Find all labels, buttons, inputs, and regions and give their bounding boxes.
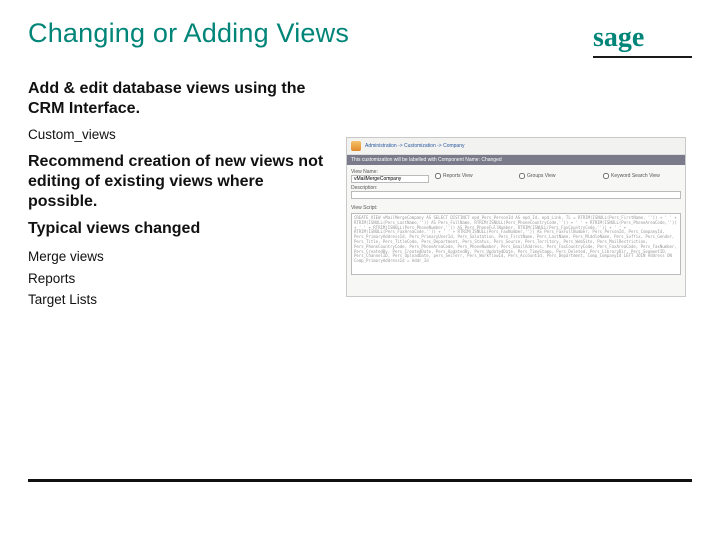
footer-rule: [28, 479, 692, 482]
reports-view-label: Reports View: [443, 173, 473, 179]
list-item: Merge views: [28, 246, 328, 268]
keyword-search-checkbox[interactable]: [603, 173, 609, 179]
description-input[interactable]: [351, 191, 681, 199]
custom-views-label: Custom_views: [28, 127, 328, 142]
reports-view-checkbox[interactable]: [435, 173, 441, 179]
groups-view-checkbox[interactable]: [519, 173, 525, 179]
view-script-textarea[interactable]: [351, 213, 681, 275]
groups-view-label: Groups View: [527, 173, 556, 179]
info-bar: This customization will be labelled with…: [347, 155, 685, 165]
list-item: Reports: [28, 268, 328, 290]
svg-text:sage: sage: [593, 22, 644, 53]
breadcrumb: Administration -> Customization -> Compa…: [347, 138, 685, 155]
sage-logo: sage: [593, 22, 692, 58]
breadcrumb-text: Administration -> Customization -> Compa…: [365, 143, 465, 149]
admin-icon: [351, 141, 361, 151]
typical-heading: Typical views changed: [28, 220, 328, 238]
recommendation: Recommend creation of new views not edit…: [28, 152, 328, 212]
subtitle: Add & edit database views using the CRM …: [28, 79, 328, 119]
keyword-search-label: Keyword Search View: [611, 173, 660, 179]
crm-screenshot: Administration -> Customization -> Compa…: [346, 137, 686, 297]
view-script-label: View Script:: [347, 203, 685, 211]
list-item: Target Lists: [28, 289, 328, 311]
view-name-input[interactable]: [351, 175, 429, 183]
